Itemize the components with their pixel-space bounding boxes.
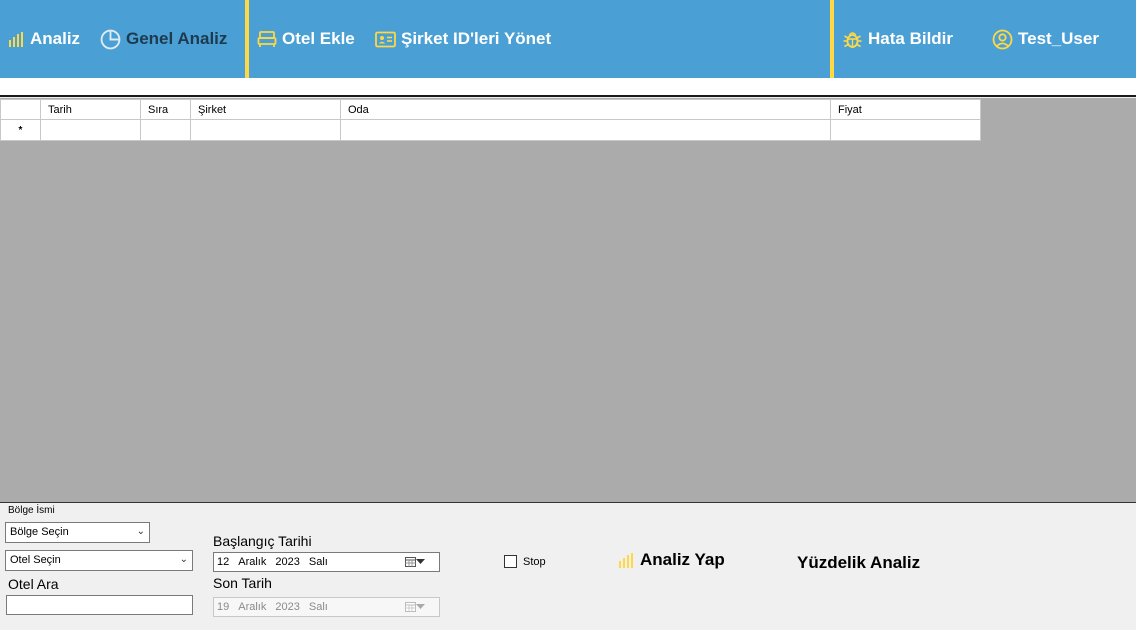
start-date-label: Başlangıç Tarihi [213,533,312,549]
calendar-icon [405,602,416,612]
column-header-oda[interactable]: Oda [340,99,831,120]
column-header-sira[interactable]: Sıra [140,99,191,120]
nav-analiz[interactable]: Analiz [8,26,80,52]
yuzdelik-analiz-button[interactable]: Yüzdelik Analiz [797,553,920,573]
end-month: Aralık [238,601,267,613]
user-circle-icon [992,29,1013,49]
start-weekday: Salı [308,556,328,568]
nav-sirket-id-label: Şirket ID'leri Yönet [401,29,552,48]
filter-panel: Bölge İsmi Bölge Seçin ⌄ Otel Seçin ⌄ Ot… [0,504,1136,630]
otel-ara-input[interactable] [6,595,193,615]
yuzdelik-analiz-label: Yüzdelik Analiz [797,553,921,572]
calendar-icon [405,557,416,567]
cell-sirket[interactable] [190,119,341,141]
data-grid-area: Tarih Sıra Şirket Oda Fiyat * [0,98,1136,503]
start-month: Aralık [238,556,267,568]
nav-divider-right [830,0,834,78]
start-date-picker[interactable]: 12 Aralık 2023 Salı [213,552,440,572]
start-day: 12 [217,556,230,568]
nav-otel-ekle[interactable]: Otel Ekle [257,26,355,52]
bug-icon [843,31,862,48]
stop-label: Stop [523,556,546,568]
chevron-down-icon [416,558,425,564]
bar-chart-icon [9,31,23,47]
nav-otel-ekle-label: Otel Ekle [282,29,355,48]
end-date-label: Son Tarih [213,575,272,591]
new-row-marker[interactable]: * [0,119,41,141]
nav-analiz-label: Analiz [30,29,81,48]
cell-oda[interactable] [340,119,831,141]
start-date-dropdown[interactable] [405,556,425,567]
nav-divider [245,0,249,78]
nav-genel-analiz[interactable]: Genel Analiz [100,26,227,52]
bed-icon [257,31,277,47]
column-header-tarih[interactable]: Tarih [40,99,141,120]
end-weekday: Salı [308,601,328,613]
bolge-select[interactable]: Bölge Seçin ⌄ [5,522,150,543]
grid-corner-header[interactable] [0,99,41,120]
top-nav-bar: Analiz Genel Analiz Otel Ekle Şirket ID'… [0,0,1136,78]
nav-user-label: Test_User [1018,29,1099,48]
analiz-yap-label: Analiz Yap [640,550,725,569]
new-row[interactable]: * [0,119,981,141]
nav-genel-analiz-label: Genel Analiz [126,29,228,48]
nav-user[interactable]: Test_User [992,26,1099,52]
otel-select[interactable]: Otel Seçin ⌄ [5,550,193,571]
chevron-down-icon: ⌄ [136,526,145,537]
toolbar-strip [0,78,1136,97]
cell-tarih[interactable] [40,119,141,141]
nav-sirket-id[interactable]: Şirket ID'leri Yönet [375,26,551,52]
bar-chart-icon [619,552,633,568]
id-card-icon [375,31,396,47]
data-grid[interactable]: Tarih Sıra Şirket Oda Fiyat * [0,99,981,141]
start-year: 2023 [275,556,300,568]
app-window: Analiz Genel Analiz Otel Ekle Şirket ID'… [0,0,1136,630]
cell-fiyat[interactable] [830,119,981,141]
bolge-label: Bölge İsmi [8,505,55,516]
bolge-select-value: Bölge Seçin [10,526,69,538]
cell-sira[interactable] [140,119,191,141]
pie-chart-icon [100,29,121,49]
chevron-down-icon [416,603,425,609]
analiz-yap-button[interactable]: Analiz Yap [618,550,725,570]
end-year: 2023 [275,601,300,613]
nav-hata-bildir[interactable]: Hata Bildir [842,26,953,52]
stop-checkbox[interactable] [504,555,517,568]
chevron-down-icon: ⌄ [179,554,188,565]
column-header-sirket[interactable]: Şirket [190,99,341,120]
nav-hata-bildir-label: Hata Bildir [868,29,954,48]
otel-select-value: Otel Seçin [10,554,61,566]
end-day: 19 [217,601,230,613]
otel-ara-label: Otel Ara [8,576,59,592]
end-date-dropdown[interactable] [405,601,425,612]
column-header-fiyat[interactable]: Fiyat [830,99,981,120]
end-date-picker[interactable]: 19 Aralık 2023 Salı [213,597,440,617]
